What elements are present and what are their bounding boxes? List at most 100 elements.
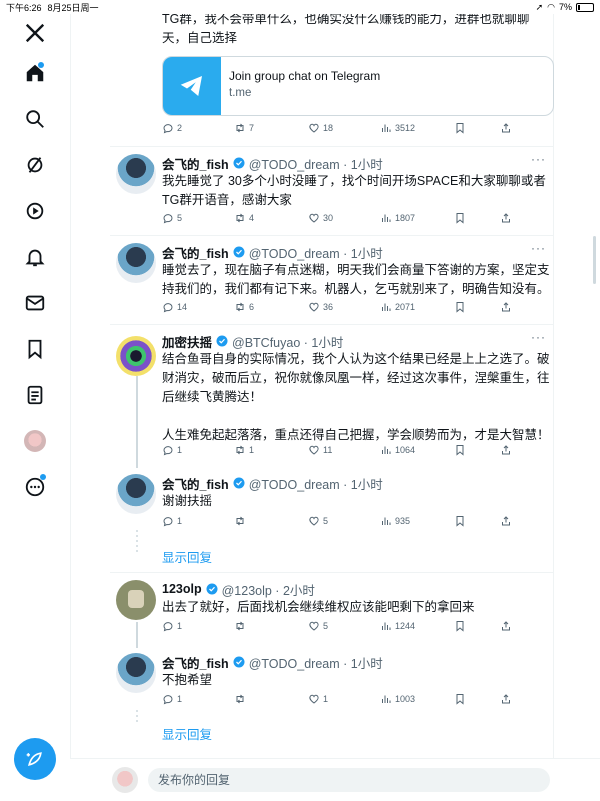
divider	[110, 235, 553, 236]
card-title: Join group chat on Telegram	[229, 69, 381, 83]
retweet-button[interactable]	[234, 693, 249, 705]
compose-icon[interactable]	[14, 738, 56, 780]
avatar[interactable]	[112, 767, 138, 793]
bookmark-button[interactable]	[454, 444, 466, 456]
bookmark-button[interactable]	[454, 620, 466, 632]
like-count: 11	[323, 445, 333, 455]
verified-icon	[233, 157, 245, 169]
bookmark-button[interactable]	[454, 301, 466, 313]
more-icon[interactable]: ···	[531, 330, 546, 344]
share-button[interactable]	[500, 212, 512, 224]
reply-icon	[163, 622, 173, 632]
heart-icon	[309, 302, 319, 312]
views-button[interactable]: 1064	[380, 444, 415, 456]
retweet-button[interactable]: 1	[234, 444, 254, 456]
reply-button[interactable]: 2	[162, 122, 182, 134]
like-count: 1	[323, 694, 329, 704]
display-name[interactable]: 123olp	[162, 582, 202, 596]
reply-button[interactable]: 1	[162, 444, 182, 456]
reply-input[interactable]: 发布你的回复	[148, 768, 550, 792]
avatar[interactable]	[22, 428, 48, 454]
play-icon[interactable]	[22, 198, 48, 224]
display-name[interactable]: 会飞的_fish	[162, 653, 229, 672]
bookmark-button[interactable]	[454, 515, 466, 527]
share-button[interactable]	[500, 444, 512, 456]
handle-time[interactable]: @TODO_dream · 1小时	[249, 653, 383, 672]
avatar[interactable]	[116, 580, 156, 620]
like-button[interactable]: 1	[308, 693, 328, 705]
share-button[interactable]	[500, 515, 512, 527]
grok-icon[interactable]	[22, 152, 48, 178]
share-icon	[502, 302, 510, 312]
more-icon[interactable]: ···	[531, 152, 546, 166]
like-button[interactable]: 30	[308, 212, 333, 224]
share-button[interactable]	[500, 693, 512, 705]
bookmark-icon	[456, 213, 464, 224]
reply-button[interactable]: 5	[162, 212, 182, 224]
display-name[interactable]: 会飞的_fish	[162, 243, 229, 262]
views-button[interactable]: 935	[380, 515, 410, 527]
reply-button[interactable]: 1	[162, 620, 182, 632]
bookmark-icon	[456, 445, 464, 456]
views-button[interactable]: 1003	[380, 693, 415, 705]
like-button[interactable]: 36	[308, 301, 333, 313]
tweet-actions: 1 1 1003	[162, 693, 550, 709]
search-icon[interactable]	[22, 106, 48, 132]
views-button[interactable]: 3512	[380, 122, 415, 134]
views-button[interactable]: 1244	[380, 620, 415, 632]
reply-button[interactable]: 14	[162, 301, 187, 313]
retweet-button[interactable]: 7	[234, 122, 254, 134]
views-button[interactable]: 2071	[380, 301, 415, 313]
like-button[interactable]: 11	[308, 444, 332, 456]
scrollbar[interactable]	[593, 236, 596, 284]
retweet-button[interactable]	[234, 515, 249, 527]
like-button[interactable]: 5	[308, 515, 328, 527]
x-logo-icon[interactable]	[22, 20, 48, 46]
reply-count: 1	[177, 694, 183, 704]
verified-icon	[233, 246, 245, 258]
avatar[interactable]	[116, 154, 156, 194]
reply-icon	[163, 517, 173, 527]
display-name[interactable]: 会飞的_fish	[162, 474, 229, 493]
bell-icon[interactable]	[22, 244, 48, 270]
reply-button[interactable]: 1	[162, 515, 182, 527]
bookmark-button[interactable]	[454, 122, 466, 134]
reply-button[interactable]: 1	[162, 693, 182, 705]
views-button[interactable]: 1807	[380, 212, 415, 224]
more-icon[interactable]: ···	[531, 241, 546, 255]
handle-time[interactable]: @BTCfuyao · 1小时	[232, 332, 343, 351]
share-icon	[502, 445, 510, 455]
retweet-button[interactable]: 6	[234, 301, 254, 313]
verified-icon	[206, 583, 218, 595]
show-replies-link[interactable]: 显示回复	[162, 547, 212, 566]
display-name[interactable]: 会飞的_fish	[162, 154, 229, 173]
retweet-button[interactable]	[234, 620, 249, 632]
status-date: 8月25日周一	[47, 2, 99, 13]
link-card[interactable]: Join group chat on Telegram t.me	[162, 56, 554, 116]
share-icon	[502, 516, 510, 526]
tweet-text: 结合鱼哥自身的实际情况，我个人认为这个结果已经是上上之选了。破财消灾，破而后立，…	[162, 352, 550, 442]
avatar[interactable]	[116, 336, 156, 376]
retweet-button[interactable]: 4	[234, 212, 254, 224]
share-button[interactable]	[500, 301, 512, 313]
share-button[interactable]	[500, 122, 512, 134]
like-button[interactable]: 18	[308, 122, 333, 134]
list-icon[interactable]	[22, 382, 48, 408]
home-icon[interactable]	[22, 60, 48, 86]
handle-time[interactable]: @TODO_dream · 1小时	[249, 243, 383, 262]
verified-icon	[216, 335, 228, 347]
handle-time[interactable]: @TODO_dream · 1小时	[249, 154, 383, 173]
handle-time[interactable]: @TODO_dream · 1小时	[249, 474, 383, 493]
mail-icon[interactable]	[22, 290, 48, 316]
bookmark-button[interactable]	[454, 212, 466, 224]
bookmark-button[interactable]	[454, 693, 466, 705]
share-button[interactable]	[500, 620, 512, 632]
like-button[interactable]: 5	[308, 620, 328, 632]
bookmark-icon[interactable]	[22, 336, 48, 362]
handle-time[interactable]: @123olp · 2小时	[222, 580, 315, 599]
avatar[interactable]	[116, 474, 156, 514]
display-name[interactable]: 加密扶摇	[162, 332, 212, 351]
avatar[interactable]	[116, 243, 156, 283]
avatar[interactable]	[116, 653, 156, 693]
show-replies-link[interactable]: 显示回复	[162, 724, 212, 743]
